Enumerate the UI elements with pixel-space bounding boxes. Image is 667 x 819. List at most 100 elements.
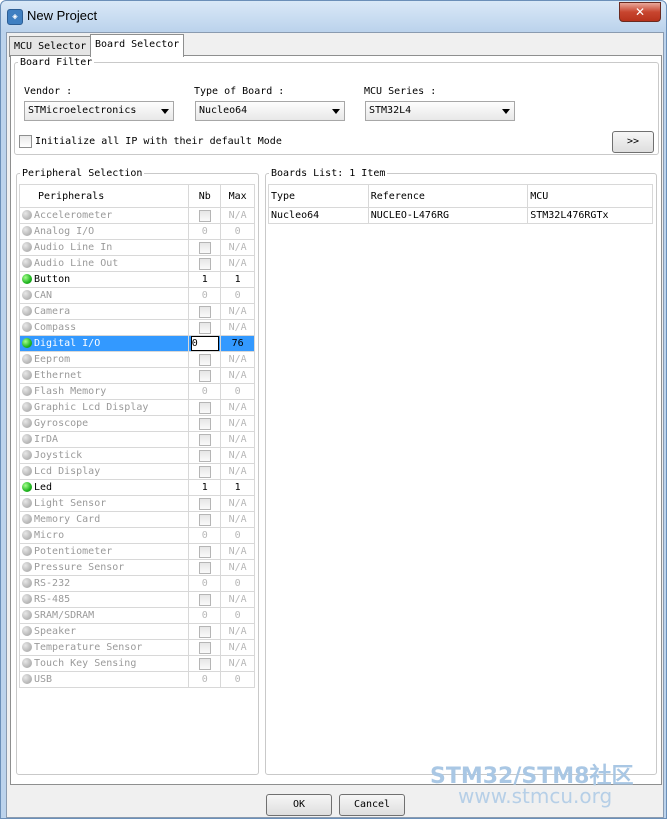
peripheral-row[interactable]: Pressure Sensor N/A <box>18 559 255 576</box>
peripheral-nb-cell[interactable]: 1 <box>188 271 222 288</box>
peripheral-nb-cell[interactable] <box>188 399 222 416</box>
peripheral-checkbox[interactable] <box>198 321 211 334</box>
peripheral-row[interactable]: Touch Key Sensing N/A <box>18 655 255 672</box>
peripheral-nb-cell[interactable]: 0 <box>188 383 222 400</box>
peripheral-row[interactable]: CAN 0 0 <box>18 287 255 304</box>
peripheral-nb-cell[interactable]: 0 <box>188 527 222 544</box>
peripheral-checkbox[interactable] <box>198 561 211 574</box>
peripheral-nb-cell[interactable] <box>188 495 222 512</box>
peripheral-nb-cell[interactable] <box>188 463 222 480</box>
board-row[interactable]: Nucleo64 NUCLEO-L476RG STM32L476RGTx <box>268 207 653 224</box>
peripheral-row[interactable]: Audio Line In N/A <box>18 239 255 256</box>
peripheral-nb-cell[interactable] <box>188 559 222 576</box>
peripheral-nb-cell[interactable] <box>188 511 222 528</box>
peripheral-nb-cell[interactable] <box>188 431 222 448</box>
peripheral-nb-cell[interactable] <box>188 239 222 256</box>
ok-button[interactable]: OK <box>266 794 332 816</box>
peripheral-nb-cell[interactable]: 0 <box>188 671 222 688</box>
title-bar[interactable]: ◈ New Project ✕ <box>1 1 666 31</box>
peripheral-row[interactable]: Button 1 1 <box>18 271 255 288</box>
peripheral-nb-cell[interactable]: 0 <box>188 607 222 624</box>
peripheral-row[interactable]: Temperature Sensor N/A <box>18 639 255 656</box>
peripheral-nb-cell[interactable] <box>188 447 222 464</box>
peripheral-nb-cell[interactable] <box>188 207 222 224</box>
peripheral-checkbox[interactable] <box>198 449 211 462</box>
peripheral-row[interactable]: RS-485 N/A <box>18 591 255 608</box>
peripheral-checkbox[interactable] <box>198 593 211 606</box>
peripheral-row[interactable]: USB 0 0 <box>18 671 255 688</box>
peripheral-row[interactable]: SRAM/SDRAM 0 0 <box>18 607 255 624</box>
peripheral-checkbox[interactable] <box>198 657 211 670</box>
peripheral-checkbox[interactable] <box>198 241 211 254</box>
close-button[interactable]: ✕ <box>619 2 661 22</box>
peripheral-checkbox[interactable] <box>198 209 211 222</box>
peripheral-nb-cell[interactable] <box>188 543 222 560</box>
peripheral-checkbox[interactable] <box>198 625 211 638</box>
init-ip-checkbox[interactable] <box>19 135 32 148</box>
peripheral-checkbox[interactable] <box>198 433 211 446</box>
peripheral-row[interactable]: Flash Memory 0 0 <box>18 383 255 400</box>
peripheral-row[interactable]: Micro 0 0 <box>18 527 255 544</box>
peripheral-nb-cell[interactable] <box>188 623 222 640</box>
peripheral-row[interactable]: Eeprom N/A <box>18 351 255 368</box>
peripheral-row[interactable]: Potentiometer N/A <box>18 543 255 560</box>
cancel-button[interactable]: Cancel <box>339 794 405 816</box>
peripheral-max: N/A <box>220 399 255 416</box>
peripheral-nb-cell[interactable] <box>188 415 222 432</box>
mcu-series-select[interactable]: STM32L4 <box>365 101 515 121</box>
peripheral-checkbox[interactable] <box>198 257 211 270</box>
col-mcu[interactable]: MCU <box>527 184 653 208</box>
peripheral-row[interactable]: Led 1 1 <box>18 479 255 496</box>
peripheral-nb-cell[interactable] <box>188 319 222 336</box>
vendor-select[interactable]: STMicroelectronics <box>24 101 174 121</box>
peripheral-row[interactable]: Digital I/O 0 76 <box>18 335 255 352</box>
peripheral-nb-cell[interactable]: 0 <box>188 287 222 304</box>
peripheral-nb-cell[interactable] <box>188 639 222 656</box>
peripheral-row[interactable]: Joystick N/A <box>18 447 255 464</box>
peripheral-row[interactable]: Speaker N/A <box>18 623 255 640</box>
col-max[interactable]: Max <box>220 184 255 208</box>
peripheral-row[interactable]: Accelerometer N/A <box>18 207 255 224</box>
tab-mcu-selector[interactable]: MCU Selector <box>9 36 92 57</box>
peripheral-row[interactable]: Gyroscope N/A <box>18 415 255 432</box>
peripheral-nb-cell[interactable] <box>188 255 222 272</box>
peripheral-checkbox[interactable] <box>198 305 211 318</box>
peripheral-row[interactable]: Ethernet N/A <box>18 367 255 384</box>
peripheral-nb-cell[interactable] <box>188 591 222 608</box>
col-peripherals[interactable]: Peripherals <box>18 184 190 208</box>
peripheral-row[interactable]: Compass N/A <box>18 319 255 336</box>
peripheral-checkbox[interactable] <box>198 513 211 526</box>
type-of-board-select[interactable]: Nucleo64 <box>195 101 345 121</box>
peripheral-row[interactable]: Analog I/O 0 0 <box>18 223 255 240</box>
peripheral-row[interactable]: Graphic Lcd Display N/A <box>18 399 255 416</box>
peripheral-nb-cell[interactable] <box>188 655 222 672</box>
peripheral-nb-cell[interactable]: 1 <box>188 479 222 496</box>
peripheral-checkbox[interactable] <box>198 545 211 558</box>
col-type[interactable]: Type <box>268 184 369 208</box>
peripheral-nb-cell[interactable] <box>188 351 222 368</box>
peripheral-row[interactable]: Memory Card N/A <box>18 511 255 528</box>
peripheral-checkbox[interactable] <box>198 417 211 430</box>
peripheral-nb-cell[interactable]: 0 <box>188 335 222 352</box>
peripheral-row[interactable]: Camera N/A <box>18 303 255 320</box>
peripheral-nb-cell[interactable]: 0 <box>188 223 222 240</box>
col-reference[interactable]: Reference <box>367 184 529 208</box>
peripheral-row[interactable]: Lcd Display N/A <box>18 463 255 480</box>
peripheral-row[interactable]: RS-232 0 0 <box>18 575 255 592</box>
col-nb[interactable]: Nb <box>188 184 222 208</box>
peripheral-row[interactable]: IrDA N/A <box>18 431 255 448</box>
peripheral-checkbox[interactable] <box>198 353 211 366</box>
expand-button[interactable]: >> <box>612 131 654 153</box>
peripheral-row[interactable]: Audio Line Out N/A <box>18 255 255 272</box>
peripheral-checkbox[interactable] <box>198 497 211 510</box>
peripheral-checkbox[interactable] <box>198 401 211 414</box>
peripheral-nb-cell[interactable] <box>188 367 222 384</box>
nb-edit-field[interactable]: 0 <box>190 336 219 351</box>
peripheral-nb-cell[interactable] <box>188 303 222 320</box>
peripheral-checkbox[interactable] <box>198 465 211 478</box>
peripheral-checkbox[interactable] <box>198 369 211 382</box>
peripheral-row[interactable]: Light Sensor N/A <box>18 495 255 512</box>
peripheral-nb-cell[interactable]: 0 <box>188 575 222 592</box>
tab-board-selector[interactable]: Board Selector <box>90 34 185 57</box>
peripheral-checkbox[interactable] <box>198 641 211 654</box>
